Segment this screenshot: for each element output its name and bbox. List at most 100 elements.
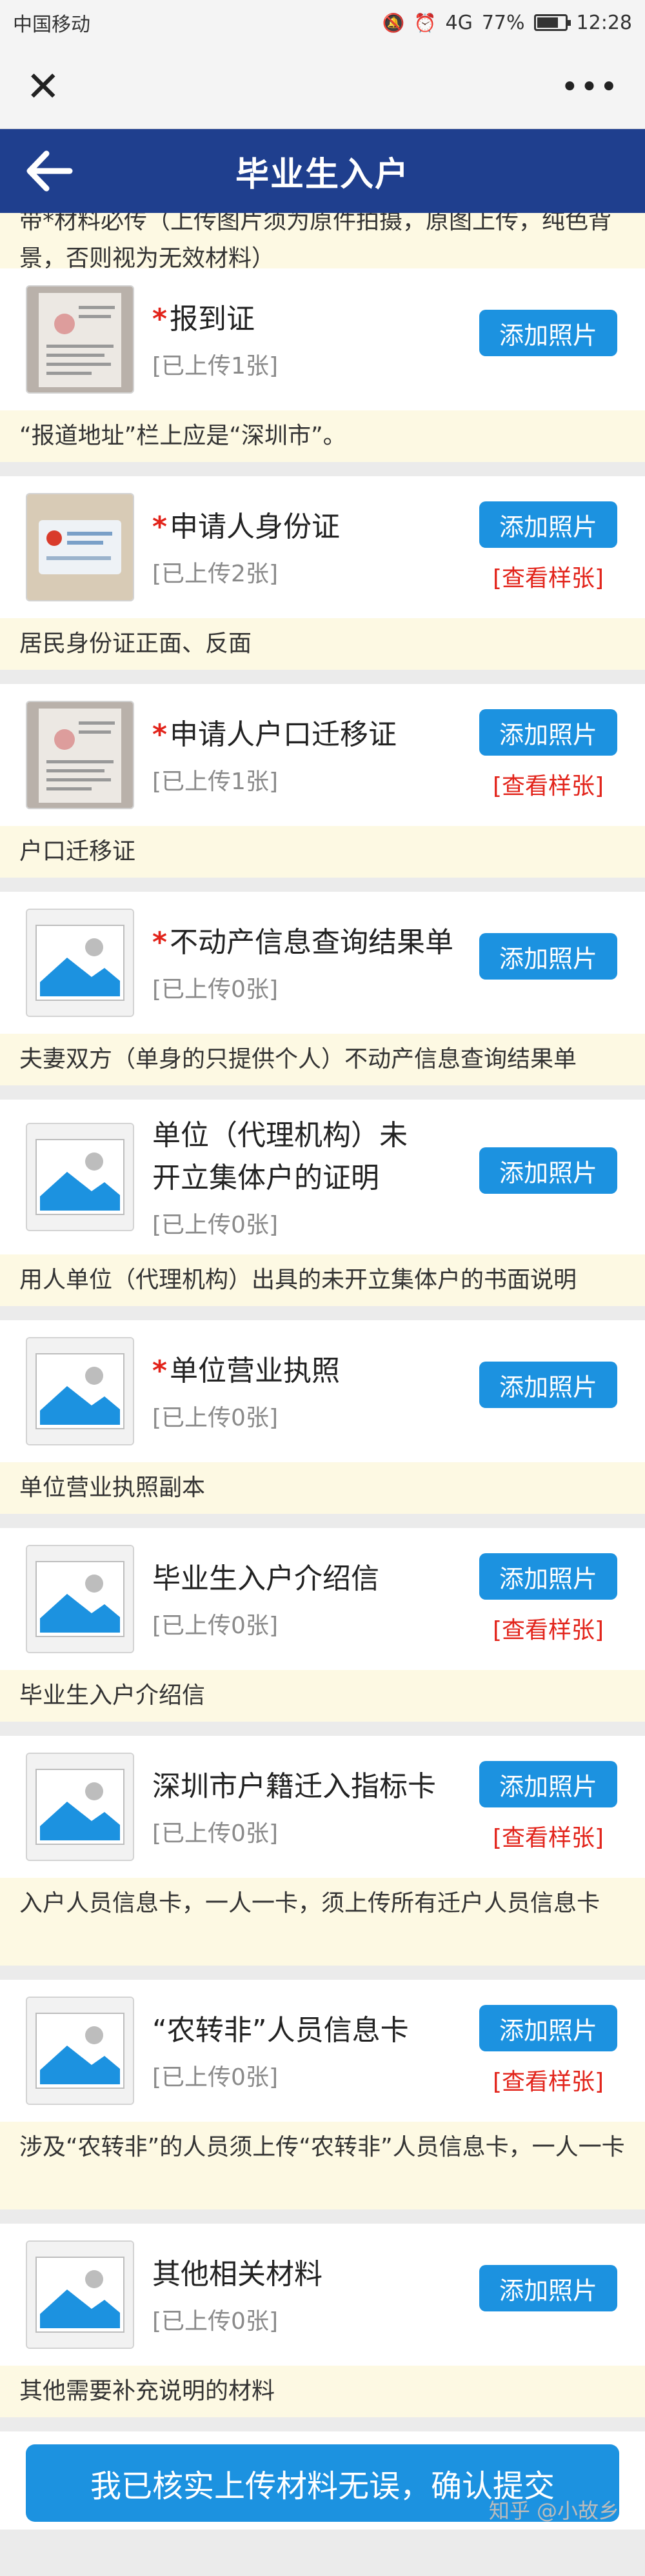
battery-percent: 77%	[481, 11, 525, 34]
material-name: 单位（代理机构）未开立集体户的证明	[152, 1114, 410, 1200]
material-text: 单位（代理机构）未开立集体户的证明 [已上传0张]	[152, 1114, 477, 1240]
add-photo-button[interactable]: 添加照片	[479, 501, 617, 548]
add-photo-button[interactable]: 添加照片	[479, 1362, 617, 1408]
clock: 12:28	[576, 11, 632, 34]
material-name-label: 单位营业执照	[170, 1354, 341, 1387]
material-actions: 添加照片	[477, 2265, 619, 2311]
image-placeholder-icon[interactable]	[26, 1123, 134, 1231]
material-row: 其他相关材料 [已上传0张] 添加照片	[0, 2224, 645, 2366]
required-marker: *	[152, 303, 168, 336]
add-photo-button[interactable]: 添加照片	[479, 1761, 617, 1807]
material-name: *申请人户口迁移证	[152, 714, 477, 756]
material-actions: 添加照片	[477, 933, 619, 980]
image-placeholder-icon[interactable]	[26, 909, 134, 1017]
material-name-label: 申请人身份证	[170, 510, 341, 543]
image-placeholder-icon[interactable]	[26, 1545, 134, 1653]
image-placeholder-icon[interactable]	[26, 2240, 134, 2349]
material-name-label: 单位（代理机构）未开立集体户的证明	[152, 1119, 408, 1194]
upload-count: [已上传0张]	[152, 1613, 278, 1639]
battery-fill	[537, 17, 558, 28]
material-name: *单位营业执照	[152, 1350, 477, 1393]
material-text: *申请人户口迁移证 [已上传1张]	[152, 714, 477, 796]
mute-icon: 🔕	[382, 12, 405, 34]
material-row: *申请人身份证 [已上传2张] 添加照片 [查看样张]	[0, 476, 645, 618]
material-row: “农转非”人员信息卡 [已上传0张] 添加照片 [查看样张]	[0, 1980, 645, 2122]
add-photo-button[interactable]: 添加照片	[479, 1553, 617, 1600]
material-name: 其他相关材料	[152, 2253, 477, 2296]
material-name: *申请人身份证	[152, 506, 477, 548]
material-note: 户口迁移证	[0, 826, 645, 878]
material-actions: 添加照片 [查看样张]	[477, 1553, 619, 1645]
uploaded-thumbnail[interactable]	[26, 493, 134, 601]
add-photo-button[interactable]: 添加照片	[479, 709, 617, 756]
view-sample-link[interactable]: [查看样张]	[493, 1611, 604, 1645]
material-name: *不动产信息查询结果单	[152, 921, 477, 964]
footer: 我已核实上传材料无误，确认提交 知乎 @小故乡	[0, 2431, 645, 2530]
add-photo-button[interactable]: 添加照片	[479, 2265, 617, 2311]
battery-icon	[533, 14, 571, 31]
material-actions: 添加照片 [查看样张]	[477, 1761, 619, 1853]
required-marker: *	[152, 718, 168, 751]
upload-count: [已上传1张]	[152, 353, 278, 379]
material-name: 毕业生入户介绍信	[152, 1558, 477, 1600]
required-marker: *	[152, 510, 168, 543]
material-text: *不动产信息查询结果单 [已上传0张]	[152, 921, 477, 1004]
status-icons: 🔕 ⏰ 4G 77% 12:28	[382, 12, 632, 34]
required-marker: *	[152, 1354, 168, 1387]
add-photo-button[interactable]: 添加照片	[479, 2005, 617, 2051]
image-placeholder-icon[interactable]	[26, 1337, 134, 1445]
image-placeholder-icon[interactable]	[26, 1997, 134, 2105]
material-actions: 添加照片 [查看样张]	[477, 501, 619, 593]
material-text: *报到证 [已上传1张]	[152, 298, 477, 381]
view-sample-link[interactable]: [查看样张]	[493, 1819, 604, 1853]
material-name: *报到证	[152, 298, 477, 341]
more-options-icon[interactable]: •••	[561, 69, 619, 105]
material-item: *申请人户口迁移证 [已上传1张] 添加照片 [查看样张] 户口迁移证	[0, 684, 645, 878]
material-name-label: “农转非”人员信息卡	[152, 2014, 409, 2047]
material-actions: 添加照片 [查看样张]	[477, 709, 619, 801]
material-name: 深圳市户籍迁入指标卡	[152, 1766, 477, 1808]
status-bar: 中国移动 🔕 ⏰ 4G 77% 12:28	[0, 0, 645, 45]
uploaded-thumbnail[interactable]	[26, 285, 134, 394]
view-sample-link[interactable]: [查看样张]	[493, 767, 604, 801]
carrier-label: 中国移动	[13, 14, 90, 36]
material-row: *不动产信息查询结果单 [已上传0张] 添加照片	[0, 892, 645, 1034]
material-name-label: 申请人户口迁移证	[170, 718, 397, 751]
material-item: *单位营业执照 [已上传0张] 添加照片单位营业执照副本	[0, 1320, 645, 1514]
material-item: 深圳市户籍迁入指标卡 [已上传0张] 添加照片 [查看样张] 入户人员信息卡，一人一卡，…	[0, 1736, 645, 1966]
material-name-label: 不动产信息查询结果单	[170, 926, 454, 959]
add-photo-button[interactable]: 添加照片	[479, 1147, 617, 1194]
material-note: 单位营业执照副本	[0, 1462, 645, 1514]
material-text: *申请人身份证 [已上传2张]	[152, 506, 477, 589]
watermark: 知乎 @小故乡	[488, 2499, 619, 2523]
add-photo-button[interactable]: 添加照片	[479, 310, 617, 356]
upload-count: [已上传0张]	[152, 2064, 278, 2091]
upload-count: [已上传0张]	[152, 1405, 278, 1431]
page-header: 毕业生入户	[0, 129, 645, 213]
upload-count: [已上传2张]	[152, 561, 278, 587]
image-placeholder-icon[interactable]	[26, 1753, 134, 1861]
add-photo-button[interactable]: 添加照片	[479, 933, 617, 980]
material-actions: 添加照片	[477, 1147, 619, 1194]
material-item: 毕业生入户介绍信 [已上传0张] 添加照片 [查看样张] 毕业生入户介绍信	[0, 1528, 645, 1722]
material-actions: 添加照片	[477, 310, 619, 356]
view-sample-link[interactable]: [查看样张]	[493, 559, 604, 593]
material-text: *单位营业执照 [已上传0张]	[152, 1350, 477, 1433]
material-name-label: 其他相关材料	[152, 2258, 322, 2291]
material-name: “农转非”人员信息卡	[152, 2009, 477, 2052]
material-row: 单位（代理机构）未开立集体户的证明 [已上传0张] 添加照片	[0, 1100, 645, 1254]
material-note: 用人单位（代理机构）出具的未开立集体户的书面说明	[0, 1254, 645, 1306]
view-sample-link[interactable]: [查看样张]	[493, 2063, 604, 2097]
material-actions: 添加照片	[477, 1362, 619, 1408]
required-marker: *	[152, 926, 168, 959]
material-row: 毕业生入户介绍信 [已上传0张] 添加照片 [查看样张]	[0, 1528, 645, 1670]
alarm-icon: ⏰	[413, 12, 437, 34]
material-text: “农转非”人员信息卡 [已上传0张]	[152, 2009, 477, 2092]
materials-list: *报到证 [已上传1张] 添加照片 “报道地址”栏上应是“深圳市”。 *申请人身份证 [已…	[0, 268, 645, 2417]
material-actions: 添加照片 [查看样张]	[477, 2005, 619, 2097]
back-arrow-icon[interactable]	[23, 148, 75, 194]
material-row: *报到证 [已上传1张] 添加照片	[0, 268, 645, 410]
close-icon[interactable]: ✕	[26, 66, 61, 108]
uploaded-thumbnail[interactable]	[26, 701, 134, 809]
material-text: 深圳市户籍迁入指标卡 [已上传0张]	[152, 1766, 477, 1848]
